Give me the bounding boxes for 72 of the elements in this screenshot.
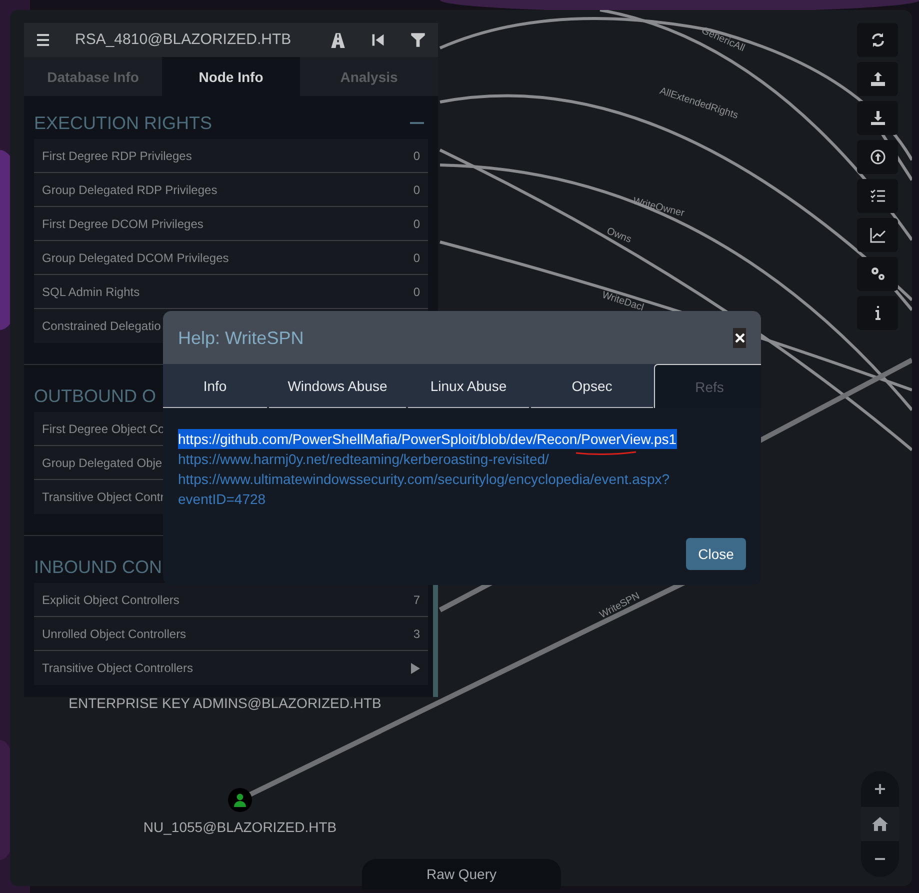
upload-icon bbox=[870, 71, 886, 87]
hand-drawn-underline bbox=[575, 450, 637, 456]
reference-link[interactable]: https://github.com/PowerShellMafia/PowerSploit/blob/dev/Recon/PowerView.ps1 bbox=[178, 429, 677, 449]
row-count: 0 bbox=[413, 182, 420, 198]
row-label: SQL Admin Rights bbox=[42, 284, 140, 300]
reference-link[interactable]: https://www.ultimatewindowssecurity.com/securitylog/encyclopedia/event.aspx?eventID=4728 bbox=[178, 469, 680, 509]
dialog-tab[interactable]: Refs bbox=[654, 364, 761, 408]
row-label: First Degree RDP Privileges bbox=[42, 148, 192, 164]
reference-link[interactable]: https://www.harmj0y.net/redteaming/kerberoasting-revisited/ bbox=[178, 449, 549, 469]
node-label: NU_1055@BLAZORIZED.HTB bbox=[143, 818, 337, 837]
filter-icon[interactable] bbox=[410, 32, 426, 48]
up-circle-icon bbox=[870, 149, 886, 165]
node-label: ENTERPRISE KEY ADMINS@BLAZORIZED.HTB bbox=[68, 694, 382, 713]
download-icon bbox=[870, 110, 886, 126]
refresh-icon bbox=[870, 32, 886, 48]
info-row[interactable]: Group Delegated RDP Privileges 0 bbox=[34, 173, 428, 207]
road-icon[interactable] bbox=[330, 32, 346, 48]
info-row[interactable]: Transitive Object Controllers bbox=[34, 651, 428, 685]
node-title: RSA_4810@BLAZORIZED.HTB bbox=[75, 30, 292, 50]
upload-button[interactable] bbox=[857, 62, 898, 96]
line-chart-button[interactable] bbox=[857, 218, 898, 252]
close-button[interactable]: Close bbox=[686, 538, 746, 570]
scrollbar-thumb[interactable] bbox=[433, 585, 438, 697]
panel-tab[interactable]: Database Info bbox=[24, 57, 162, 96]
user-node-icon bbox=[228, 788, 252, 812]
dialog-tab[interactable]: Info bbox=[163, 364, 267, 408]
panel-tab[interactable]: Analysis bbox=[300, 57, 438, 96]
info-row[interactable]: SQL Admin Rights 0 bbox=[34, 275, 428, 309]
dialog-tab[interactable]: Linux Abuse bbox=[408, 364, 529, 408]
row-label: Unrolled Object Controllers bbox=[42, 626, 186, 642]
home-icon bbox=[872, 817, 888, 831]
row-count: 0 bbox=[413, 284, 420, 300]
raw-query-tab[interactable]: Raw Query bbox=[362, 859, 561, 889]
row-label: Transitive Object Controllers bbox=[42, 660, 193, 676]
section-title: EXECUTION RIGHTS bbox=[34, 112, 212, 135]
info-row[interactable]: Unrolled Object Controllers 3 bbox=[34, 617, 428, 651]
checklist-icon bbox=[870, 188, 886, 204]
info-row[interactable]: First Degree DCOM Privileges 0 bbox=[34, 207, 428, 241]
up-circle-button[interactable] bbox=[857, 140, 898, 174]
gears-icon bbox=[870, 266, 886, 282]
step-back-icon[interactable] bbox=[370, 32, 386, 48]
plus-icon bbox=[874, 783, 886, 795]
row-label: Explicit Object Controllers bbox=[42, 592, 180, 608]
row-count: 0 bbox=[413, 216, 420, 232]
row-count: 0 bbox=[413, 250, 420, 266]
row-label: Group Delegated DCOM Privileges bbox=[42, 250, 229, 266]
info-row[interactable]: First Degree RDP Privileges 0 bbox=[34, 139, 428, 173]
line-chart-icon bbox=[870, 227, 886, 243]
row-count: 0 bbox=[413, 148, 420, 164]
dialog-tab[interactable]: Opsec bbox=[531, 364, 653, 408]
dialog-tab[interactable]: Windows Abuse bbox=[269, 364, 406, 408]
row-label: Constrained Delegatio bbox=[42, 318, 161, 334]
checklist-button[interactable] bbox=[857, 179, 898, 213]
row-count: 3 bbox=[413, 626, 420, 642]
row-label: Transitive Object Contr bbox=[42, 489, 164, 505]
refresh-button[interactable] bbox=[857, 23, 898, 57]
info-row[interactable]: Explicit Object Controllers 7 bbox=[34, 583, 428, 617]
expand-triangle-icon bbox=[411, 662, 420, 674]
download-button[interactable] bbox=[857, 101, 898, 135]
row-label: First Degree DCOM Privileges bbox=[42, 216, 204, 232]
row-label: Group Delegated RDP Privileges bbox=[42, 182, 218, 198]
section-title: OUTBOUND O bbox=[34, 385, 156, 408]
section-title: INBOUND CON bbox=[34, 556, 162, 579]
row-count: 7 bbox=[413, 592, 420, 608]
info-button[interactable] bbox=[857, 296, 898, 330]
edge-label: Owns bbox=[605, 226, 633, 246]
close-icon[interactable] bbox=[733, 328, 746, 348]
row-label: Group Delegated Obje bbox=[42, 454, 162, 470]
menu-button[interactable] bbox=[36, 33, 50, 47]
info-row[interactable]: Group Delegated DCOM Privileges 0 bbox=[34, 241, 428, 275]
dialog-title: Help: WriteSPN bbox=[178, 326, 304, 350]
gears-button[interactable] bbox=[857, 257, 898, 291]
